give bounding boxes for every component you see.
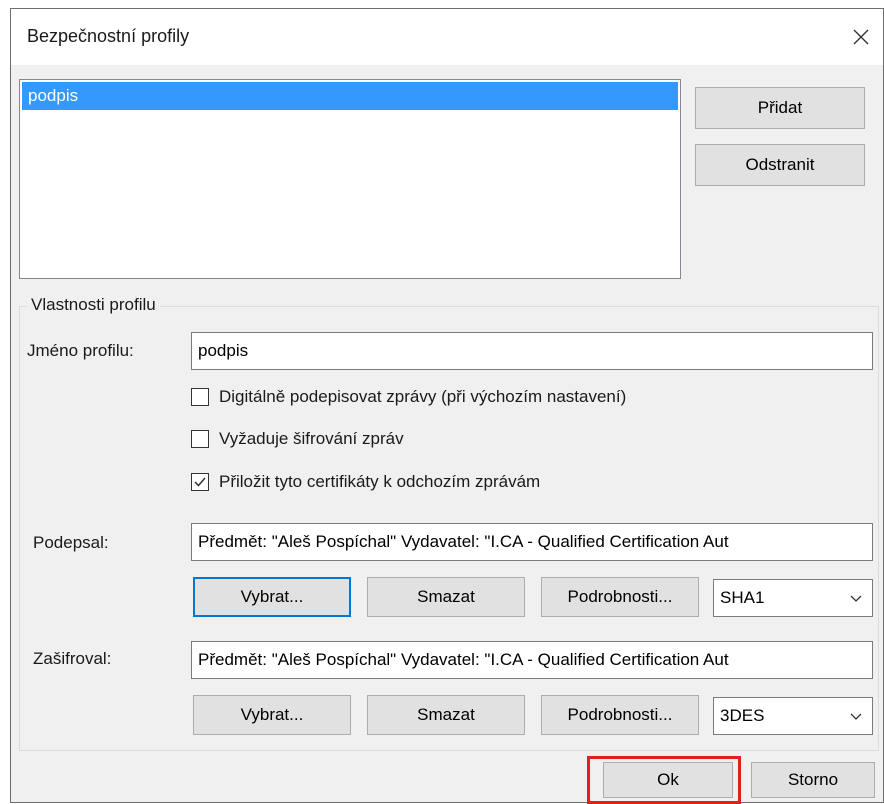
group-label: Vlastnosti profilu — [27, 295, 160, 315]
cancel-button[interactable]: Storno — [751, 762, 875, 798]
close-icon — [853, 29, 869, 45]
encryption-clear-button[interactable]: Smazat — [367, 695, 525, 735]
signed-by-label: Podepsal: — [33, 533, 109, 552]
remove-button[interactable]: Odstranit — [695, 144, 865, 186]
profile-name-label: Jméno profilu: — [27, 341, 134, 360]
sign-messages-label: Digitálně podepisovat zprávy (při výchoz… — [219, 387, 627, 406]
require-encryption-checkbox[interactable] — [191, 430, 209, 448]
close-button[interactable] — [839, 9, 883, 65]
signing-select-button[interactable]: Vybrat... — [193, 577, 351, 617]
signing-details-button[interactable]: Podrobnosti... — [541, 577, 699, 617]
chevron-down-icon — [850, 713, 862, 720]
list-item[interactable]: podpis — [22, 82, 678, 110]
encryption-details-button[interactable]: Podrobnosti... — [541, 695, 699, 735]
require-encryption-checkbox-row[interactable]: Vyžaduje šifrování zpráv — [191, 429, 404, 449]
attach-certificates-label: Přiložit tyto certifikáty k odchozím zpr… — [219, 472, 541, 491]
attach-certificates-checkbox[interactable] — [191, 473, 209, 491]
attach-certificates-checkbox-row[interactable]: Přiložit tyto certifikáty k odchozím zpr… — [191, 472, 540, 492]
checkmark-icon — [194, 477, 206, 487]
signing-certificate-field[interactable]: Předmět: "Aleš Pospíchal" Vydavatel: "I.… — [191, 523, 873, 561]
encryption-select-button[interactable]: Vybrat... — [193, 695, 351, 735]
title-bar: Bezpečnostní profily — [11, 9, 883, 65]
sign-messages-checkbox-row[interactable]: Digitálně podepisovat zprávy (při výchoz… — [191, 387, 626, 407]
encryption-algorithm-value: 3DES — [720, 706, 765, 725]
sign-messages-checkbox[interactable] — [191, 388, 209, 406]
require-encryption-label: Vyžaduje šifrování zpráv — [219, 429, 404, 448]
signing-algorithm-value: SHA1 — [720, 588, 765, 607]
add-button[interactable]: Přidat — [695, 87, 865, 129]
security-profiles-dialog: Bezpečnostní profily podpis Přidat Odstr… — [10, 8, 884, 804]
profile-name-field[interactable]: podpis — [191, 332, 873, 370]
signing-clear-button[interactable]: Smazat — [367, 577, 525, 617]
highlight-box — [587, 756, 741, 804]
dialog-title: Bezpečnostní profily — [27, 26, 190, 46]
encryption-algorithm-select[interactable]: 3DES — [713, 697, 873, 735]
profiles-listbox[interactable]: podpis — [19, 79, 681, 279]
encryption-certificate-field[interactable]: Předmět: "Aleš Pospíchal" Vydavatel: "I.… — [191, 641, 873, 679]
signing-algorithm-select[interactable]: SHA1 — [713, 579, 873, 617]
encrypted-by-label: Zašifroval: — [33, 649, 112, 668]
chevron-down-icon — [850, 595, 862, 602]
